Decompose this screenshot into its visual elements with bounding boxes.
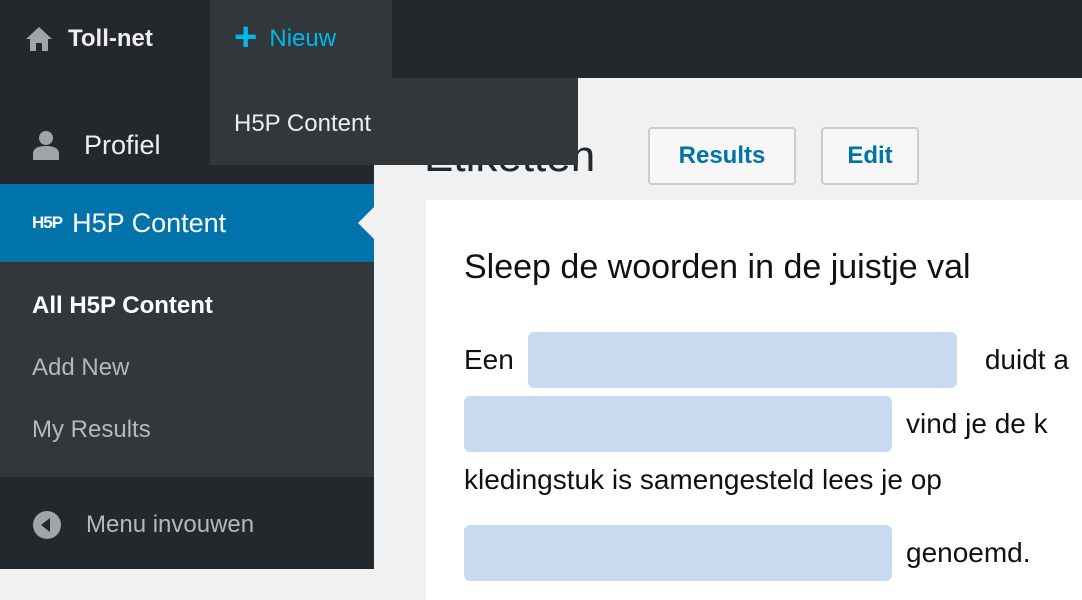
line-text: genoemd. — [906, 537, 1031, 568]
line-text: duidt a — [984, 344, 1069, 375]
text-line: kledingstuk is samengesteld lees je op — [464, 464, 942, 496]
submenu-my-results[interactable]: My Results — [32, 416, 151, 444]
submenu-all-h5p-content[interactable]: All H5P Content — [32, 292, 213, 320]
line-text: Een — [464, 344, 514, 375]
text-line: genoemd. — [464, 525, 1031, 581]
sidebar-item-label: H5P Content — [72, 207, 227, 238]
user-icon — [33, 131, 59, 160]
dropdown-item-h5p-content[interactable]: H5P Content — [234, 110, 371, 138]
edit-button[interactable]: Edit — [821, 127, 919, 185]
h5p-icon: H5P — [32, 213, 63, 232]
submenu-add-new[interactable]: Add New — [32, 354, 129, 382]
text-line: Een duidt a — [464, 332, 1069, 388]
site-link[interactable]: Toll-net — [24, 0, 153, 78]
drop-zone[interactable] — [464, 525, 892, 581]
h5p-content-panel: Sleep de woorden in de juistje val Een d… — [426, 200, 1082, 600]
task-description: Sleep de woorden in de juistje val — [464, 248, 971, 286]
new-content-menu[interactable]: + Nieuw — [210, 0, 392, 78]
drop-zone[interactable] — [464, 396, 892, 452]
new-label: Nieuw — [269, 25, 337, 52]
home-icon — [26, 27, 52, 51]
collapse-menu-button[interactable]: Menu invouwen — [0, 502, 374, 548]
sidebar-item-h5p-content[interactable]: H5P H5P Content — [0, 184, 374, 262]
collapse-arrow-icon — [33, 511, 61, 539]
plus-icon: + — [234, 15, 258, 59]
admin-bar: Toll-net + Nieuw — [0, 0, 1082, 78]
text-line: vind je de k — [464, 396, 1048, 452]
collapse-label: Menu invouwen — [86, 511, 255, 538]
results-button[interactable]: Results — [648, 127, 796, 185]
new-dropdown: H5P Content — [210, 78, 578, 165]
line-text: kledingstuk is samengesteld lees je op — [464, 464, 942, 495]
h5p-submenu: All H5P Content Add New My Results — [0, 262, 374, 477]
line-text: vind je de k — [906, 408, 1048, 439]
drop-zone[interactable] — [527, 332, 957, 388]
sidebar-item-label: Profiel — [84, 129, 161, 160]
site-name: Toll-net — [68, 25, 153, 52]
